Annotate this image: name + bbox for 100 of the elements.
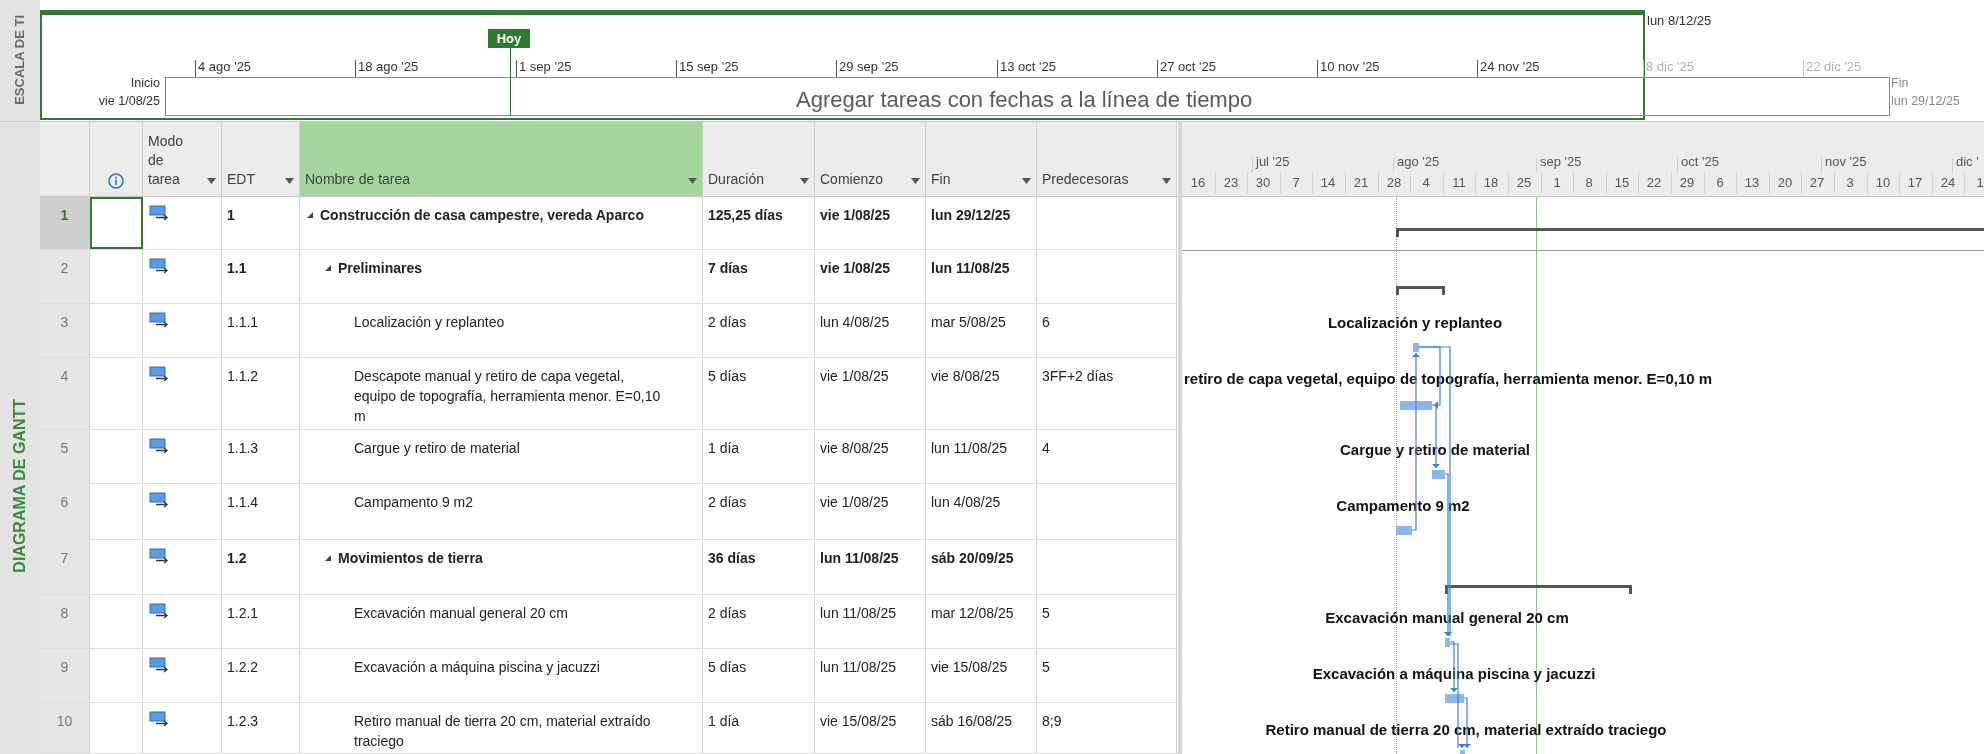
dropdown-caret-icon[interactable] xyxy=(285,178,294,184)
column-header[interactable]: EDT xyxy=(222,122,300,196)
dropdown-caret-icon[interactable] xyxy=(1022,178,1031,184)
timeline-tick-label: 18 ago '25 xyxy=(358,58,419,76)
task-name[interactable]: Construcción de casa campestre, vereda Aparco xyxy=(320,205,644,225)
collapse-triangle-icon[interactable] xyxy=(306,211,314,219)
task-name[interactable]: Localización y replanteo xyxy=(354,312,505,332)
dropdown-caret-icon[interactable] xyxy=(911,178,920,184)
table-cell: 1.1.2 xyxy=(222,358,300,429)
table-cell: vie 1/08/25 xyxy=(815,358,926,429)
box-arrow-icon xyxy=(149,492,169,508)
today-line xyxy=(510,48,511,116)
table-cell: 1.2 xyxy=(222,540,300,594)
table-cell xyxy=(90,197,143,249)
row-number[interactable]: 5 xyxy=(40,430,90,483)
view-label: DIAGRAMA DE GANTT xyxy=(10,398,29,573)
column-header[interactable]: Predecesoras xyxy=(1037,122,1177,196)
task-name[interactable]: Descapote manual y retiro de capa vegetal, equipo de topografía, herramienta menor. E=0,10 m xyxy=(354,366,664,426)
table-cell: 1.1.1 xyxy=(222,304,300,357)
task-name[interactable]: Cargue y retiro de material xyxy=(354,438,520,458)
timeline-start-date: vie 1/08/25 xyxy=(98,93,160,110)
row-number[interactable]: 10 xyxy=(40,703,90,753)
dropdown-caret-icon[interactable] xyxy=(1162,178,1171,184)
bar-label: Retiro manual de tierra 20 cm, material extraído traciego xyxy=(1265,720,1667,740)
task-name[interactable]: Preliminares xyxy=(338,258,423,278)
summary-bar xyxy=(1396,286,1445,295)
table-cell: lun 11/08/25 xyxy=(926,250,1037,303)
column-header[interactable]: Fin xyxy=(926,122,1037,196)
month-label: oct '25 xyxy=(1681,153,1719,171)
week-label: 4 xyxy=(1421,174,1431,192)
collapse-triangle-icon[interactable] xyxy=(324,554,332,562)
timeline-finish-date: lun 29/12/25 xyxy=(1891,93,1960,110)
task-bar xyxy=(1445,694,1464,703)
column-header[interactable]: Comienzo xyxy=(815,122,926,196)
table-cell: vie 1/08/25 xyxy=(815,484,926,539)
timeline-tick-label: 10 nov '25 xyxy=(1320,58,1380,76)
dropdown-caret-icon[interactable] xyxy=(207,178,216,184)
table-cell: 5 días xyxy=(703,358,815,429)
table-cell: vie 8/08/25 xyxy=(815,430,926,483)
row-number[interactable]: 6 xyxy=(40,484,90,539)
row-number[interactable]: 7 xyxy=(40,540,90,594)
column-header[interactable]: Modo de tarea xyxy=(143,122,222,196)
table-cell: 1.2.2 xyxy=(222,649,300,702)
box-arrow-icon xyxy=(149,657,169,673)
week-label: 1 xyxy=(1552,174,1562,192)
task-bar xyxy=(1432,470,1445,479)
box-arrow-icon xyxy=(149,711,169,727)
row-number[interactable]: 9 xyxy=(40,649,90,702)
row-number[interactable]: 4 xyxy=(40,358,90,429)
week-label: 28 xyxy=(1385,174,1403,192)
table-cell: 1 xyxy=(222,197,300,249)
table-cell: 2 días xyxy=(703,484,815,539)
column-header[interactable]: Nombre de tarea xyxy=(300,122,703,196)
week-label: 29 xyxy=(1678,174,1696,192)
table-cell: 125,25 días xyxy=(703,197,815,249)
table-cell: lun 4/08/25 xyxy=(815,304,926,357)
task-name[interactable]: Movimientos de tierra xyxy=(338,548,483,568)
table-cell: 5 xyxy=(1037,595,1177,648)
bar-label: Campamento 9 m2 xyxy=(1336,496,1470,516)
table-cell: 1 día xyxy=(703,430,815,483)
collapse-triangle-icon[interactable] xyxy=(324,264,332,272)
timeline-tick-label: 24 nov '25 xyxy=(1480,58,1540,76)
week-label: 7 xyxy=(1291,174,1301,192)
dropdown-caret-icon[interactable] xyxy=(800,178,809,184)
row-number[interactable]: 2 xyxy=(40,250,90,303)
week-label: 18 xyxy=(1482,174,1500,192)
timeline-field[interactable]: Agregar tareas con fechas a la línea de tiempo xyxy=(165,77,1890,116)
table-cell: 2 días xyxy=(703,304,815,357)
task-name[interactable]: Excavación a máquina piscina y jacuzzi xyxy=(354,657,600,677)
week-label: 20 xyxy=(1776,174,1794,192)
week-label: 21 xyxy=(1352,174,1370,192)
table-cell: vie 1/08/25 xyxy=(815,250,926,303)
week-label: 23 xyxy=(1222,174,1240,192)
table-cell: 4 xyxy=(1037,430,1177,483)
month-label: jul '25 xyxy=(1256,153,1290,171)
row-number[interactable]: 3 xyxy=(40,304,90,357)
bar-label: Cargue y retiro de material xyxy=(1339,440,1531,460)
table-cell: lun 11/08/25 xyxy=(815,595,926,648)
row-number[interactable]: 8 xyxy=(40,595,90,648)
timeline-tick-label: 29 sep '25 xyxy=(839,58,899,76)
info-icon xyxy=(108,173,124,189)
bar-label: Excavación a máquina piscina y jacuzzi xyxy=(1312,664,1596,684)
timeline-tick-label: 22 dic '25 xyxy=(1806,58,1862,76)
table-cell: sáb 20/09/25 xyxy=(926,540,1037,594)
task-name[interactable]: Retiro manual de tierra 20 cm, material extraído traciego xyxy=(354,711,664,751)
table-cell: mar 12/08/25 xyxy=(926,595,1037,648)
month-label: sep '25 xyxy=(1540,153,1582,171)
column-header[interactable]: Duración xyxy=(703,122,815,196)
timeline-tick-label: 1 sep '25 xyxy=(519,58,572,76)
table-cell: 1 día xyxy=(703,703,815,753)
task-bar xyxy=(1396,526,1412,535)
dropdown-caret-icon[interactable] xyxy=(688,178,697,184)
timeline-tick-label: 4 ago '25 xyxy=(198,58,252,76)
bar-label: Localización y replanteo xyxy=(1327,313,1503,333)
table-cell: 3FF+2 días xyxy=(1037,358,1177,429)
table-cell: 7 días xyxy=(703,250,815,303)
task-name[interactable]: Campamento 9 m2 xyxy=(354,492,474,512)
month-label: nov '25 xyxy=(1825,153,1867,171)
timeline-start-label: Inicio xyxy=(130,75,160,92)
task-name[interactable]: Excavación manual general 20 cm xyxy=(354,603,568,623)
